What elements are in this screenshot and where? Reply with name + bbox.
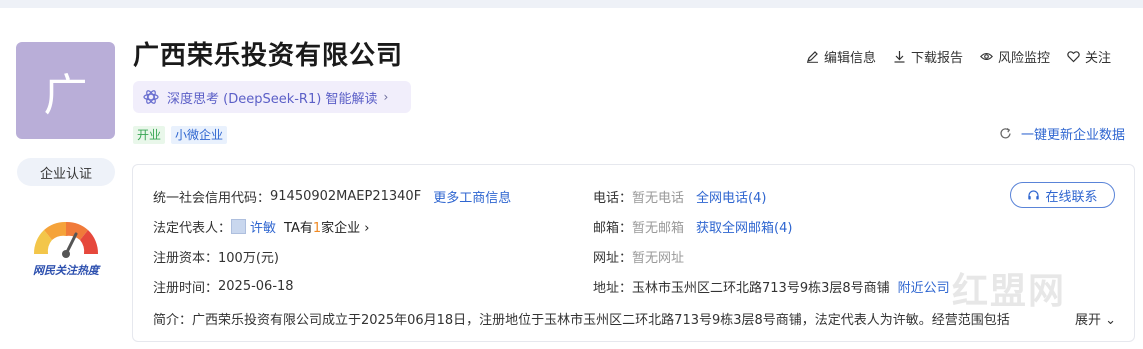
nearby-companies-link[interactable]: 附近公司 bbox=[898, 277, 950, 296]
heat-label: 网民关注热度 bbox=[33, 264, 99, 277]
follow-button[interactable]: 关注 bbox=[1067, 47, 1111, 66]
enterprise-cert-button[interactable]: 企业认证 bbox=[17, 158, 115, 186]
online-contact-button[interactable]: 在线联系 bbox=[1010, 182, 1115, 208]
company-name: 广西荣乐投资有限公司 bbox=[133, 41, 404, 71]
phone-label: 电话： bbox=[593, 191, 633, 206]
edit-info-label: 编辑信息 bbox=[824, 51, 877, 66]
capital-label: 注册资本： bbox=[153, 251, 219, 266]
ta-suffix: 家企业 bbox=[321, 221, 361, 236]
chevron-down-icon: ⌄ bbox=[1105, 313, 1117, 328]
phone-row: 电话： 暂无电话 全网电话(4) bbox=[593, 187, 766, 206]
email-label: 邮箱： bbox=[593, 221, 633, 236]
website-row: 网址： 暂无网址 bbox=[593, 247, 684, 266]
expand-button[interactable]: 展开 ⌄ bbox=[1071, 309, 1117, 328]
refresh-label: 一键更新企业数据 bbox=[1021, 128, 1126, 143]
email-value: 暂无邮箱 bbox=[632, 221, 685, 236]
risk-monitor-label: 风险监控 bbox=[998, 51, 1051, 66]
reg-time-label: 注册时间： bbox=[153, 281, 219, 296]
legal-rep-link[interactable]: 许敏 bbox=[250, 217, 276, 236]
edit-icon bbox=[807, 51, 818, 63]
credit-code-row: 统一社会信用代码： 91450902MAEP21340F 更多工商信息 bbox=[153, 187, 511, 206]
site-watermark: 红盟网 bbox=[952, 271, 1067, 312]
info-card: 统一社会信用代码： 91450902MAEP21340F 更多工商信息 法定代表… bbox=[132, 164, 1135, 342]
capital-row: 注册资本： 100万(元) bbox=[153, 247, 279, 266]
all-emails-link[interactable]: 获取全网邮箱(4) bbox=[696, 217, 792, 236]
status-badge-scale: 小微企业 bbox=[171, 126, 228, 144]
company-logo: 广 bbox=[16, 42, 115, 139]
email-row: 邮箱： 暂无邮箱 获取全网邮箱(4) bbox=[593, 217, 792, 236]
address-row: 地址： 玉林市玉州区二环北路713号9栋3层8号商铺 附近公司 bbox=[593, 277, 950, 296]
chevron-right-icon: › bbox=[383, 90, 389, 104]
status-badge-open: 开业 bbox=[133, 126, 166, 144]
status-tags: 开业 小微企业 bbox=[133, 126, 228, 144]
credit-code-value: 91450902MAEP21340F bbox=[270, 189, 422, 204]
top-bar bbox=[0, 0, 1143, 8]
credit-code-label: 统一社会信用代码： bbox=[153, 191, 271, 206]
refresh-icon bbox=[1000, 127, 1011, 139]
refresh-data-button[interactable]: 一键更新企业数据 bbox=[999, 124, 1125, 143]
website-value: 暂无网址 bbox=[632, 251, 685, 266]
download-report-button[interactable]: 下载报告 bbox=[893, 47, 963, 66]
address-label: 地址： bbox=[593, 281, 633, 296]
capital-value: 100万(元) bbox=[218, 251, 279, 266]
reg-time-value: 2025-06-18 bbox=[218, 279, 294, 294]
risk-monitor-button[interactable]: 风险监控 bbox=[980, 47, 1050, 66]
edit-info-button[interactable]: 编辑信息 bbox=[806, 47, 876, 66]
chevron-right-icon: › bbox=[364, 221, 370, 236]
headset-icon bbox=[1028, 189, 1040, 199]
ta-count: 1 bbox=[312, 221, 322, 236]
legal-rep-row: 法定代表人： 许敏 TA有1家企业 › bbox=[153, 217, 370, 236]
online-contact-label: 在线联系 bbox=[1045, 189, 1098, 205]
heart-icon bbox=[1067, 51, 1080, 63]
download-report-label: 下载报告 bbox=[911, 51, 964, 66]
more-business-info-link[interactable]: 更多工商信息 bbox=[433, 187, 511, 206]
all-phones-link[interactable]: 全网电话(4) bbox=[696, 187, 766, 206]
ta-has-text: TA有 bbox=[284, 221, 313, 236]
expand-label: 展开 bbox=[1075, 313, 1102, 328]
atom-icon bbox=[143, 90, 159, 104]
eye-icon bbox=[980, 52, 993, 61]
reg-time-row: 注册时间： 2025-06-18 bbox=[153, 277, 294, 296]
ai-analysis-label: 深度思考 (DeepSeek-R1) 智能解读 bbox=[167, 91, 378, 107]
action-bar: 编辑信息 下载报告 风险监控 关注 bbox=[806, 47, 1111, 66]
ta-companies-link[interactable]: TA有1家企业 › bbox=[284, 217, 369, 236]
cert-label: 企业认证 bbox=[39, 166, 92, 182]
address-value: 玉林市玉州区二环北路713号9栋3层8号商铺 bbox=[632, 281, 890, 296]
phone-value: 暂无电话 bbox=[632, 191, 685, 206]
website-label: 网址： bbox=[593, 251, 633, 266]
ai-analysis-button[interactable]: 深度思考 (DeepSeek-R1) 智能解读 › bbox=[133, 81, 411, 113]
follow-label: 关注 bbox=[1085, 51, 1112, 66]
download-icon bbox=[894, 51, 905, 63]
company-logo-char: 广 bbox=[43, 69, 88, 121]
avatar bbox=[231, 219, 247, 234]
legal-rep-label: 法定代表人： bbox=[153, 221, 232, 236]
